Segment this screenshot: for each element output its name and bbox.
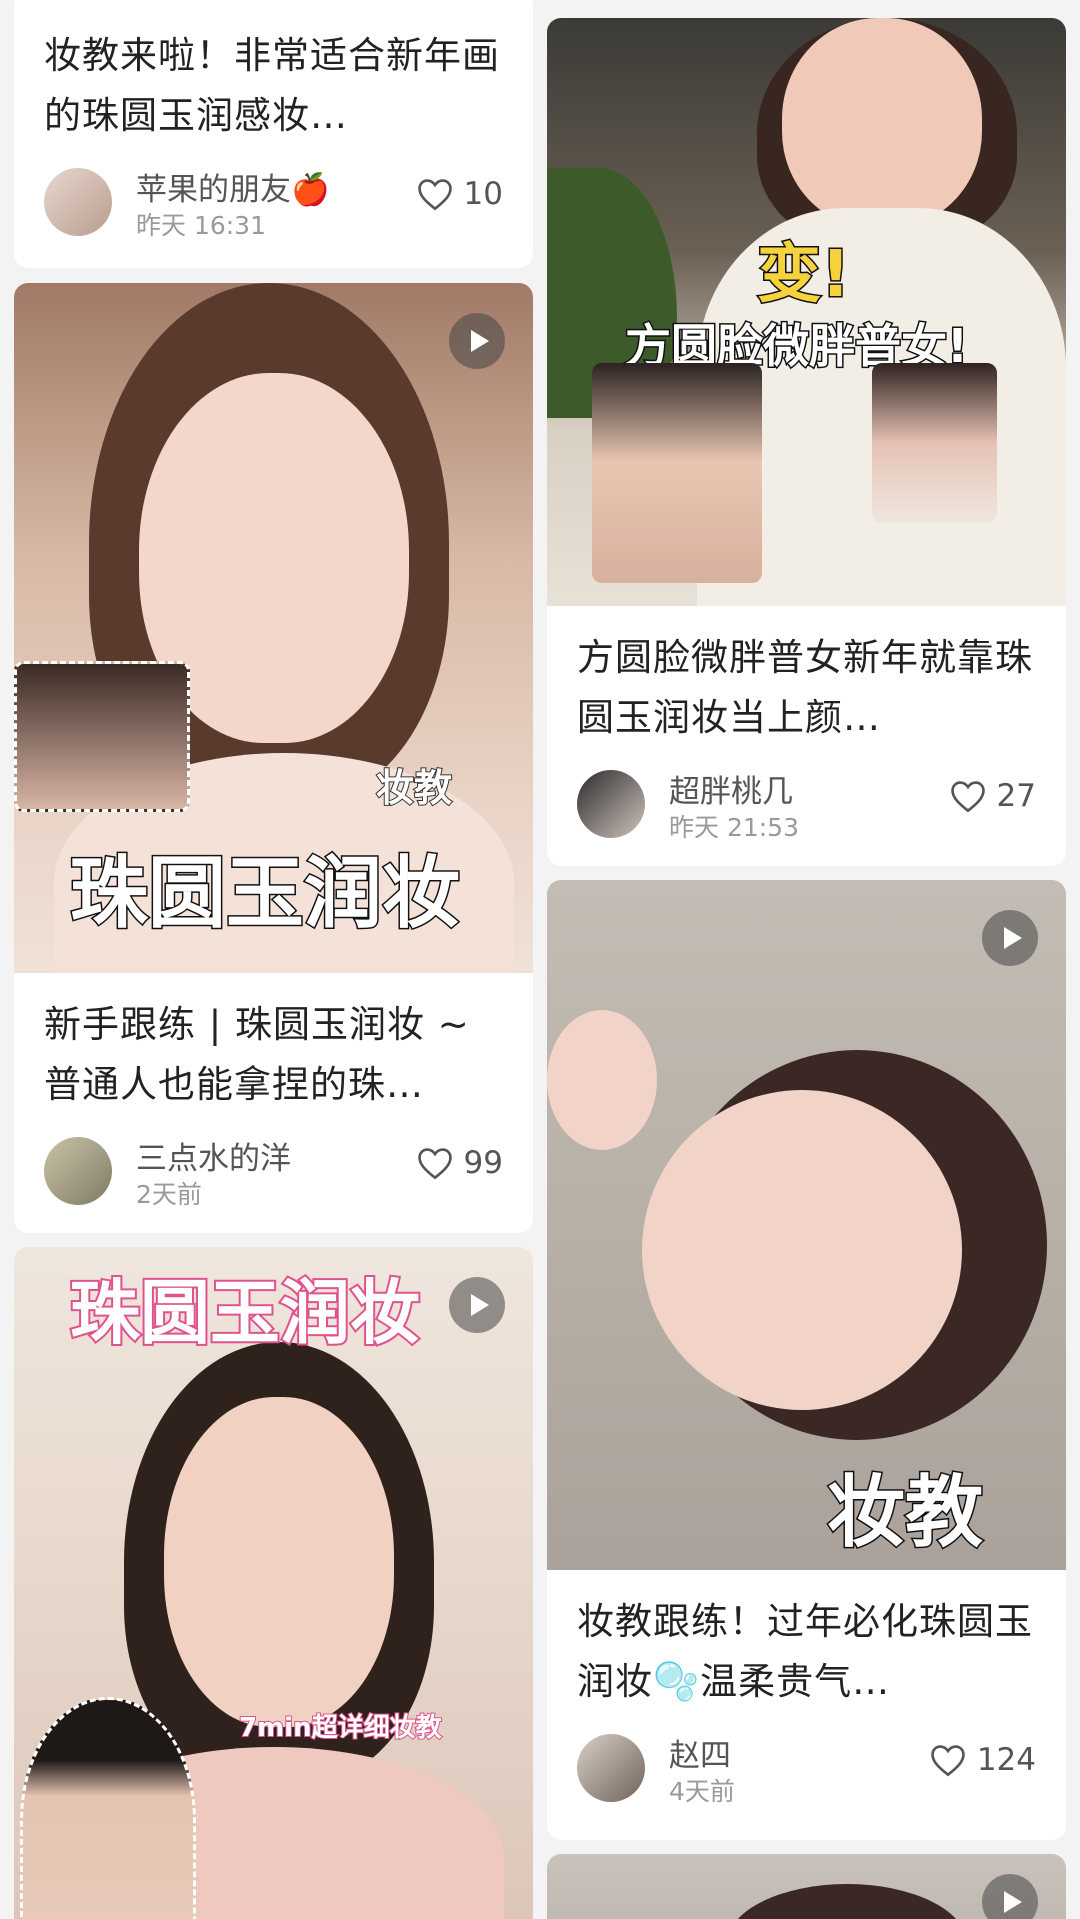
cover-caption-large: 妆教 [825, 1467, 984, 1560]
avatar[interactable] [44, 1137, 112, 1205]
cover-caption-large: 珠圆玉润妆 [68, 848, 461, 941]
note-cover-image[interactable]: 妆教 珠圆玉润妆 [14, 283, 533, 973]
note-card[interactable]: 妆教 珠圆玉润妆 新手跟练 | 珠圆玉润妆 ~ 普通人也能拿捏的珠… 三点水的洋… [14, 283, 533, 1233]
after-photo-sticker [872, 363, 997, 523]
like-count: 99 [463, 1145, 503, 1181]
note-title[interactable]: 妆教来啦！非常适合新年画的珠圆玉润感妆… [44, 26, 503, 146]
avatar[interactable] [577, 1734, 645, 1802]
cover-caption-small: 变! [755, 237, 851, 314]
avatar[interactable] [44, 168, 112, 236]
cover-caption-pill: 7min超详细妆教 [238, 1712, 443, 1744]
post-time: 昨天 21:53 [669, 813, 799, 842]
note-title[interactable]: 妆教跟练！过年必化珠圆玉润妆🫧温柔贵气… [577, 1592, 1036, 1712]
like-button[interactable]: 27 [949, 778, 1036, 814]
like-button[interactable]: 124 [929, 1742, 1036, 1778]
cover-caption-small: 妆教 [375, 765, 453, 811]
heart-icon [417, 179, 452, 211]
note-cover-image[interactable]: 妆教 [547, 880, 1066, 1570]
note-title[interactable]: 新手跟练 | 珠圆玉润妆 ~ 普通人也能拿捏的珠… [44, 995, 503, 1115]
heart-icon [931, 1745, 965, 1777]
hair-shape [727, 1884, 967, 1919]
play-icon[interactable] [982, 910, 1038, 966]
face-shape [782, 18, 982, 228]
author-name[interactable]: 苹果的朋友🍎 [136, 164, 330, 209]
like-count: 124 [976, 1742, 1036, 1778]
author-name[interactable]: 赵四 [669, 1730, 731, 1775]
like-button[interactable]: 99 [416, 1145, 503, 1181]
post-time: 2天前 [136, 1180, 202, 1209]
play-icon[interactable] [982, 1874, 1038, 1919]
note-cover-image[interactable] [547, 1854, 1066, 1919]
like-button[interactable]: 10 [416, 176, 503, 212]
note-cover-image[interactable]: 变! 方圆脸微胖普女! [547, 18, 1066, 606]
post-time: 4天前 [669, 1777, 735, 1806]
note-meta: 三点水的洋 2天前 99 [44, 1129, 503, 1219]
heart-icon [417, 1148, 452, 1180]
before-photo-sticker [592, 363, 762, 583]
post-time: 昨天 16:31 [136, 211, 266, 240]
note-feed: 妆教来啦！非常适合新年画的珠圆玉润感妆… 苹果的朋友🍎 昨天 16:31 10 [0, 0, 1080, 1919]
note-meta: 赵四 4天前 124 [577, 1726, 1036, 1816]
note-card[interactable]: 妆教 妆教跟练！过年必化珠圆玉润妆🫧温柔贵气… 赵四 4天前 124 [547, 880, 1066, 1840]
note-card[interactable]: 变! 方圆脸微胖普女! 方圆脸微胖普女新年就靠珠圆玉润妆当上颜… 超胖桃几 昨天… [547, 18, 1066, 866]
note-card[interactable]: 妆教来啦！非常适合新年画的珠圆玉润感妆… 苹果的朋友🍎 昨天 16:31 10 [14, 0, 533, 268]
cover-caption-large: 珠圆玉润妆 [68, 1270, 422, 1356]
note-card[interactable]: 珠圆玉润妆 7min超详细妆教 [14, 1247, 533, 1919]
play-icon[interactable] [449, 313, 505, 369]
face-shape [642, 1090, 962, 1410]
note-cover-image[interactable]: 珠圆玉润妆 7min超详细妆教 [14, 1247, 533, 1919]
face-shape [164, 1397, 394, 1727]
before-photo-sticker [14, 661, 190, 812]
like-count: 10 [463, 176, 503, 212]
heart-icon [950, 781, 985, 813]
note-meta: 超胖桃几 昨天 21:53 27 [577, 762, 1036, 852]
author-name[interactable]: 三点水的洋 [136, 1133, 291, 1178]
hand-shape [547, 1010, 657, 1150]
author-name[interactable]: 超胖桃几 [669, 766, 793, 811]
note-title[interactable]: 方圆脸微胖普女新年就靠珠圆玉润妆当上颜… [577, 628, 1036, 748]
play-icon[interactable] [449, 1277, 505, 1333]
like-count: 27 [996, 778, 1036, 814]
note-card[interactable] [547, 1854, 1066, 1919]
note-meta: 苹果的朋友🍎 昨天 16:31 10 [44, 160, 503, 250]
avatar[interactable] [577, 770, 645, 838]
